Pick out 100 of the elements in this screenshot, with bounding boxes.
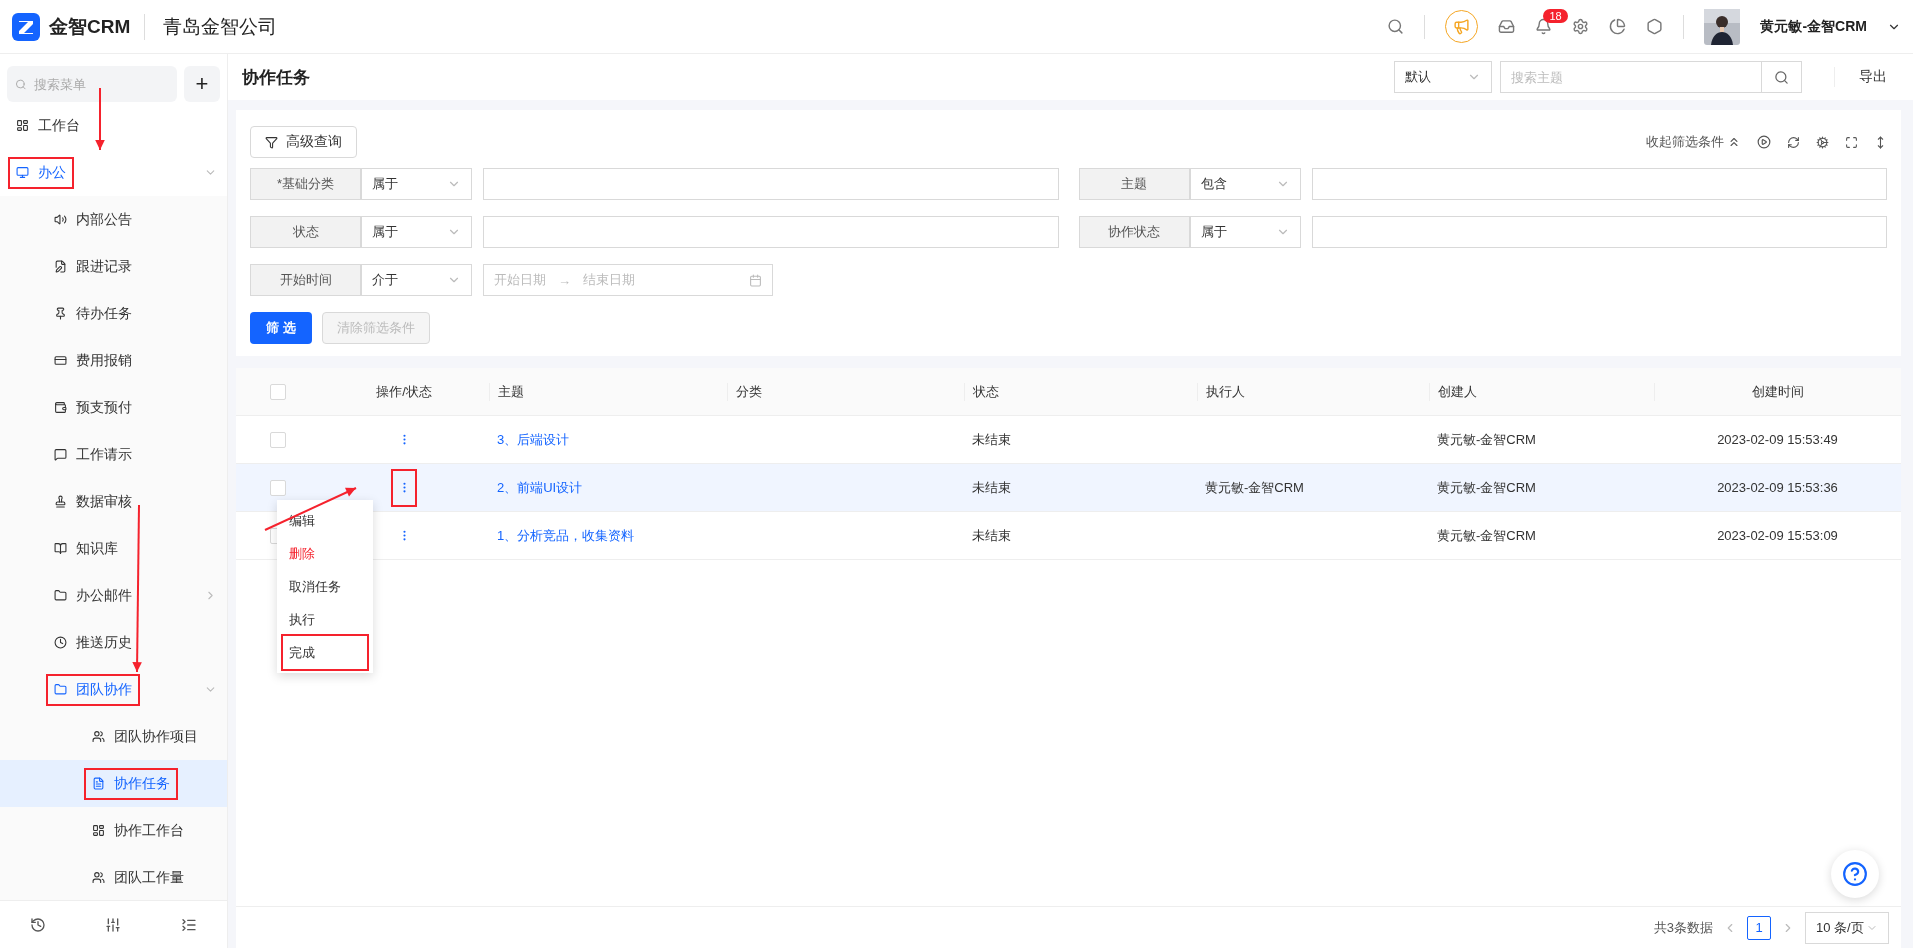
sidebar-item[interactable]: 推送历史 <box>0 619 227 666</box>
settings-icon[interactable] <box>1816 135 1829 149</box>
sidebar-item[interactable]: 知识库 <box>0 525 227 572</box>
operator-select[interactable]: 属于 <box>361 168 472 200</box>
menu-item[interactable]: 取消任务 <box>283 570 367 603</box>
table-cell-text: 2023-02-09 15:53:36 <box>1716 480 1839 495</box>
column-header: 状态 <box>964 382 1197 401</box>
search-icon <box>15 77 27 91</box>
fullscreen-icon[interactable] <box>1845 135 1858 149</box>
history-icon[interactable] <box>29 916 46 933</box>
help-icon <box>1842 861 1868 887</box>
filter-label: 主题 <box>1078 168 1190 200</box>
sidebar-item[interactable]: 工作台 <box>0 102 227 149</box>
inbox-icon[interactable] <box>1498 18 1516 35</box>
subject-search-box[interactable]: 搜索主题 <box>1500 61 1802 93</box>
add-button[interactable]: + <box>184 66 220 102</box>
menu-icon <box>54 448 67 461</box>
filter-label: *基础分类 <box>250 168 361 200</box>
filter-input[interactable] <box>483 216 1059 248</box>
menu-search-field[interactable]: 搜索菜单 <box>7 66 177 102</box>
column-header: 创建人 <box>1429 382 1654 401</box>
sidebar-item[interactable]: 数据审核 <box>0 478 227 525</box>
checkbox[interactable] <box>269 383 286 400</box>
sliders-icon[interactable] <box>105 916 122 933</box>
menu-search-input[interactable]: 搜索菜单 <box>31 75 169 93</box>
column-header: 创建时间 <box>1654 382 1901 401</box>
filter-label: 状态 <box>250 216 361 248</box>
sidebar-item[interactable]: 待办任务 <box>0 290 227 337</box>
filter-label: 开始时间 <box>250 264 361 296</box>
menu-item[interactable]: 删除 <box>283 537 367 570</box>
more-button[interactable] <box>393 470 415 505</box>
menu-icon <box>54 683 67 696</box>
sidebar-item[interactable]: 办公 <box>0 149 227 196</box>
total-count: 共3条数据 <box>1653 918 1713 937</box>
subject-link[interactable]: 2、前端UI设计 <box>489 478 727 497</box>
menu-icon <box>54 636 67 649</box>
logo-icon <box>12 12 40 41</box>
user-name[interactable]: 黄元敏-金智CRM <box>1760 17 1867 36</box>
menu-icon <box>16 166 29 179</box>
menu-icon <box>54 401 67 414</box>
operator-select[interactable]: 属于 <box>1189 216 1301 248</box>
page-button[interactable]: 1 <box>1747 915 1771 940</box>
menu-icon <box>92 824 105 837</box>
column-header: 执行人 <box>1197 382 1429 401</box>
operator-select[interactable]: 介于 <box>361 264 472 296</box>
sidebar-item[interactable]: 内部公告 <box>0 196 227 243</box>
column-header: 分类 <box>727 382 964 401</box>
table-cell-text: 黄元敏-金智CRM <box>1436 478 1537 497</box>
menu-icon <box>92 777 105 790</box>
subject-link[interactable]: 3、后端设计 <box>489 430 727 449</box>
sidebar-item[interactable]: 协作任务 <box>0 760 227 807</box>
brand-name: 金智CRM <box>49 14 131 39</box>
table-cell-text: 黄元敏-金智CRM <box>1436 526 1537 545</box>
bell-icon[interactable] <box>1535 18 1553 35</box>
column-header: 主题 <box>489 382 727 401</box>
sidebar-item[interactable]: 办公邮件 <box>0 572 227 619</box>
annotation-arrow <box>95 87 105 151</box>
sidebar-item[interactable]: 团队协作项目 <box>0 713 227 760</box>
advanced-query-button[interactable]: 高级查询 <box>250 126 357 158</box>
sidebar-item[interactable]: 工作请示 <box>0 431 227 478</box>
filter-input[interactable] <box>483 168 1059 200</box>
menu-item[interactable]: 执行 <box>283 603 367 636</box>
operator-select[interactable]: 属于 <box>361 216 472 248</box>
menu-icon <box>92 871 105 884</box>
checkbox[interactable] <box>269 479 286 496</box>
export-button[interactable]: 导出 <box>1834 67 1893 87</box>
column-header: 操作/状态 <box>375 382 433 401</box>
filter-label: 协作状态 <box>1078 216 1190 248</box>
search-icon[interactable] <box>1387 18 1405 35</box>
menu-icon <box>54 307 67 320</box>
view-select[interactable]: 默认 <box>1394 61 1492 93</box>
collapse-menu-icon[interactable] <box>181 916 198 933</box>
filter-input[interactable] <box>1311 168 1887 200</box>
menu-item[interactable]: 完成 <box>283 636 367 669</box>
sidebar-item[interactable]: 团队工作量 <box>0 854 227 900</box>
sidebar-item[interactable]: 协作工作台 <box>0 807 227 854</box>
sidebar-item[interactable]: 跟进记录 <box>0 243 227 290</box>
menu-icon <box>92 730 105 743</box>
help-button[interactable] <box>1831 850 1879 898</box>
play-icon[interactable] <box>1757 135 1771 149</box>
sidebar-item[interactable]: 团队协作 <box>0 666 227 713</box>
checkbox[interactable] <box>269 431 286 448</box>
table-cell-text: 未结束 <box>971 430 1012 449</box>
menu-icon <box>54 260 67 273</box>
sidebar-item[interactable]: 费用报销 <box>0 337 227 384</box>
collapse-filters-button[interactable]: 收起筛选条件 <box>1646 133 1741 151</box>
page-size-select[interactable]: 10 条/页 <box>1805 911 1889 944</box>
filter-button[interactable]: 筛 选 <box>250 312 312 344</box>
refresh-icon[interactable] <box>1787 135 1800 149</box>
filter-input[interactable] <box>1311 216 1887 248</box>
settings-icon[interactable] <box>1572 18 1590 35</box>
pie-chart-icon[interactable] <box>1609 18 1627 35</box>
sidebar-item[interactable]: 预支预付 <box>0 384 227 431</box>
page-title: 协作任务 <box>242 66 310 89</box>
menu-icon <box>16 119 29 132</box>
menu-icon <box>54 542 67 555</box>
chevrons-up-icon <box>1727 135 1741 149</box>
table-cell-text: 黄元敏-金智CRM <box>1436 430 1537 449</box>
operator-select[interactable]: 包含 <box>1189 168 1301 200</box>
subject-link[interactable]: 1、分析竞品，收集资料 <box>489 526 727 545</box>
